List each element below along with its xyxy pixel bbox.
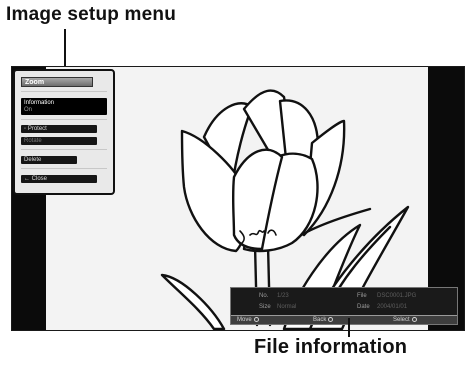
file-information-panel: No. 1/23 File DSC0001.JPG Size Normal Da…	[230, 287, 458, 325]
image-setup-menu-leader-line	[64, 29, 66, 69]
back-arrow-icon: ←	[24, 176, 30, 182]
back-hint-label: Back	[313, 317, 327, 323]
menu-item-protect-label: Protect	[27, 126, 47, 132]
menu-divider	[21, 119, 107, 120]
file-info-row: Size Normal Date 2004/01/01	[231, 303, 457, 312]
control-hint-bar: Move Back Select	[231, 315, 457, 324]
file-information-callout: File information	[254, 336, 408, 358]
date-label: Date	[357, 304, 370, 310]
menu-item-information-label: Information	[24, 100, 55, 106]
menu-divider	[21, 168, 107, 169]
select-hint: Select	[393, 316, 417, 324]
file-name-label: File	[357, 293, 367, 299]
menu-item-close-label: Close	[31, 176, 48, 182]
menu-divider	[21, 149, 107, 150]
file-number-value: 1/23	[277, 293, 289, 299]
image-size-value: Normal	[277, 304, 297, 310]
file-information-leader-line	[348, 318, 350, 337]
menu-item-delete[interactable]: Delete	[21, 156, 77, 164]
protect-icon: ◦	[24, 126, 27, 132]
file-name-value: DSC0001.JPG	[377, 293, 417, 299]
file-info-row: No. 1/23 File DSC0001.JPG	[231, 292, 457, 301]
button-circle-icon	[253, 316, 259, 322]
menu-item-close[interactable]: ← Close	[21, 175, 97, 183]
button-circle-icon	[328, 316, 334, 322]
move-hint: Move	[237, 316, 259, 324]
image-setup-menu: Zoom Information On ◦ Protect Rotate Del…	[13, 69, 115, 195]
menu-title: Zoom	[21, 77, 93, 87]
move-hint-label: Move	[237, 317, 252, 323]
select-hint-label: Select	[393, 317, 410, 323]
menu-item-rotate-label: Rotate	[24, 138, 42, 144]
image-size-label: Size	[259, 304, 271, 310]
image-setup-menu-callout: Image setup menu	[6, 4, 177, 25]
menu-item-rotate[interactable]: Rotate	[21, 137, 97, 145]
file-number-label: No.	[259, 293, 269, 299]
date-value: 2004/01/01	[377, 304, 408, 310]
menu-item-information[interactable]: Information On	[21, 98, 107, 115]
button-circle-icon	[411, 316, 417, 322]
menu-item-protect[interactable]: ◦ Protect	[21, 125, 97, 133]
back-hint: Back	[313, 316, 334, 324]
menu-item-information-value: On	[24, 107, 33, 113]
menu-divider	[21, 91, 107, 92]
manual-figure: Image setup menu Zoom Information On ◦ P…	[0, 0, 474, 376]
menu-item-delete-label: Delete	[24, 157, 42, 163]
tv-screen: Zoom Information On ◦ Protect Rotate Del…	[11, 66, 465, 331]
